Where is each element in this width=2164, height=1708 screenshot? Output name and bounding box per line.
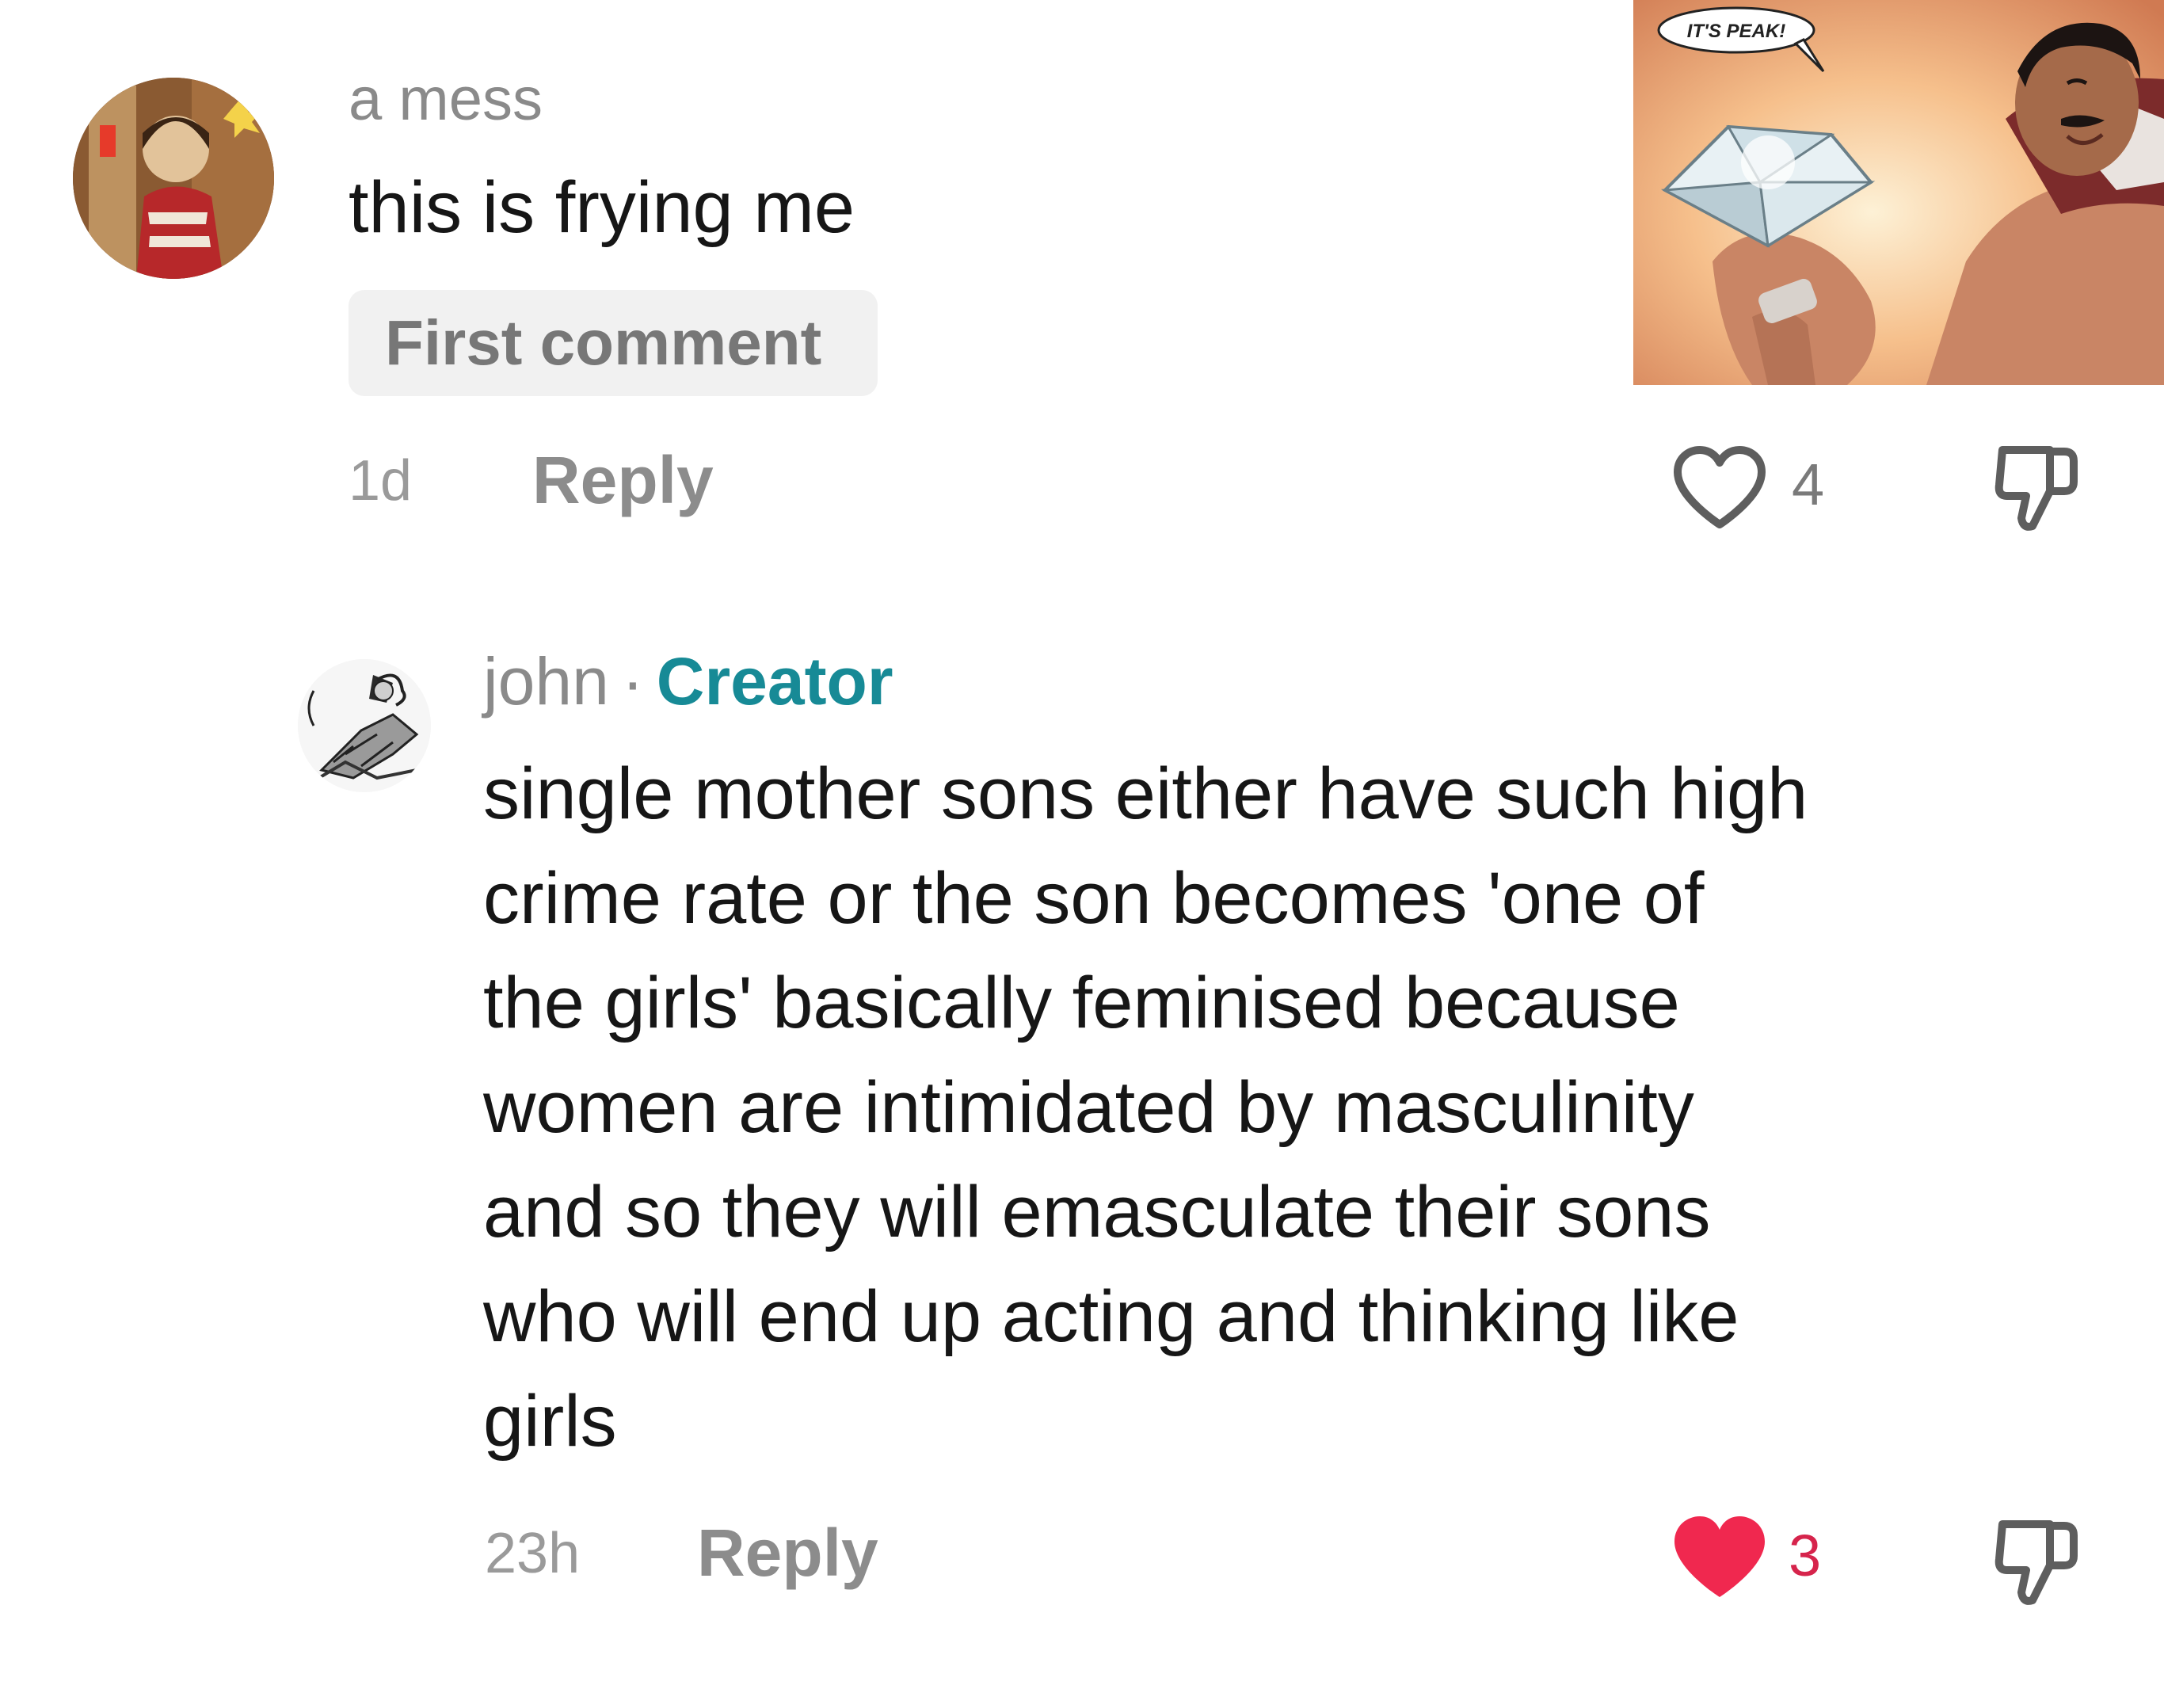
comment-text-line: crime rate or the son becomes 'one of bbox=[483, 858, 1705, 939]
creator-badge: Creator bbox=[656, 644, 893, 719]
comment-text-line: who will end up acting and thinking like bbox=[483, 1276, 1739, 1357]
avatar[interactable] bbox=[73, 78, 274, 279]
speech-bubble-text: IT'S PEAK! bbox=[1687, 21, 1785, 42]
avatar[interactable] bbox=[298, 659, 431, 792]
heart-outline-icon[interactable] bbox=[1671, 445, 1768, 529]
comment-author: john · Creator bbox=[483, 640, 893, 722]
heart-filled-icon[interactable] bbox=[1671, 1515, 1768, 1602]
comment-text-line: and so they will emasculate their sons bbox=[483, 1172, 1711, 1252]
comment-timestamp: 23h bbox=[485, 1522, 581, 1585]
like-count: 3 bbox=[1789, 1523, 1822, 1588]
comment-text-line: single mother sons either have such high bbox=[483, 753, 1808, 834]
manga-sketch-avatar-icon bbox=[298, 659, 431, 792]
comment-text-line: girls bbox=[483, 1381, 617, 1462]
reply-button[interactable]: Reply bbox=[532, 439, 714, 521]
comment-author[interactable]: a mess bbox=[349, 62, 543, 138]
reply-button[interactable]: Reply bbox=[697, 1512, 878, 1594]
attached-image[interactable]: IT'S PEAK! bbox=[1633, 0, 2164, 385]
comment-text-line: women are intimidated by masculinity bbox=[483, 1067, 1694, 1148]
comment-text-line: the girls' basically feminised because bbox=[483, 963, 1680, 1043]
first-comment-badge: First comment bbox=[349, 290, 878, 396]
peak-diamond-meme-icon: IT'S PEAK! bbox=[1633, 0, 2164, 385]
comment-timestamp: 1d bbox=[349, 449, 413, 513]
comment-text: single mother sons either have such high… bbox=[483, 742, 2131, 1474]
thumbs-down-icon[interactable] bbox=[1994, 1515, 2078, 1608]
comment-text: this is frying me bbox=[349, 167, 855, 248]
profile-photo-icon bbox=[73, 78, 274, 279]
separator-dot: · bbox=[621, 644, 644, 719]
thumbs-down-icon[interactable] bbox=[1994, 440, 2078, 534]
author-name[interactable]: john bbox=[483, 644, 609, 719]
like-count: 4 bbox=[1792, 452, 1825, 517]
